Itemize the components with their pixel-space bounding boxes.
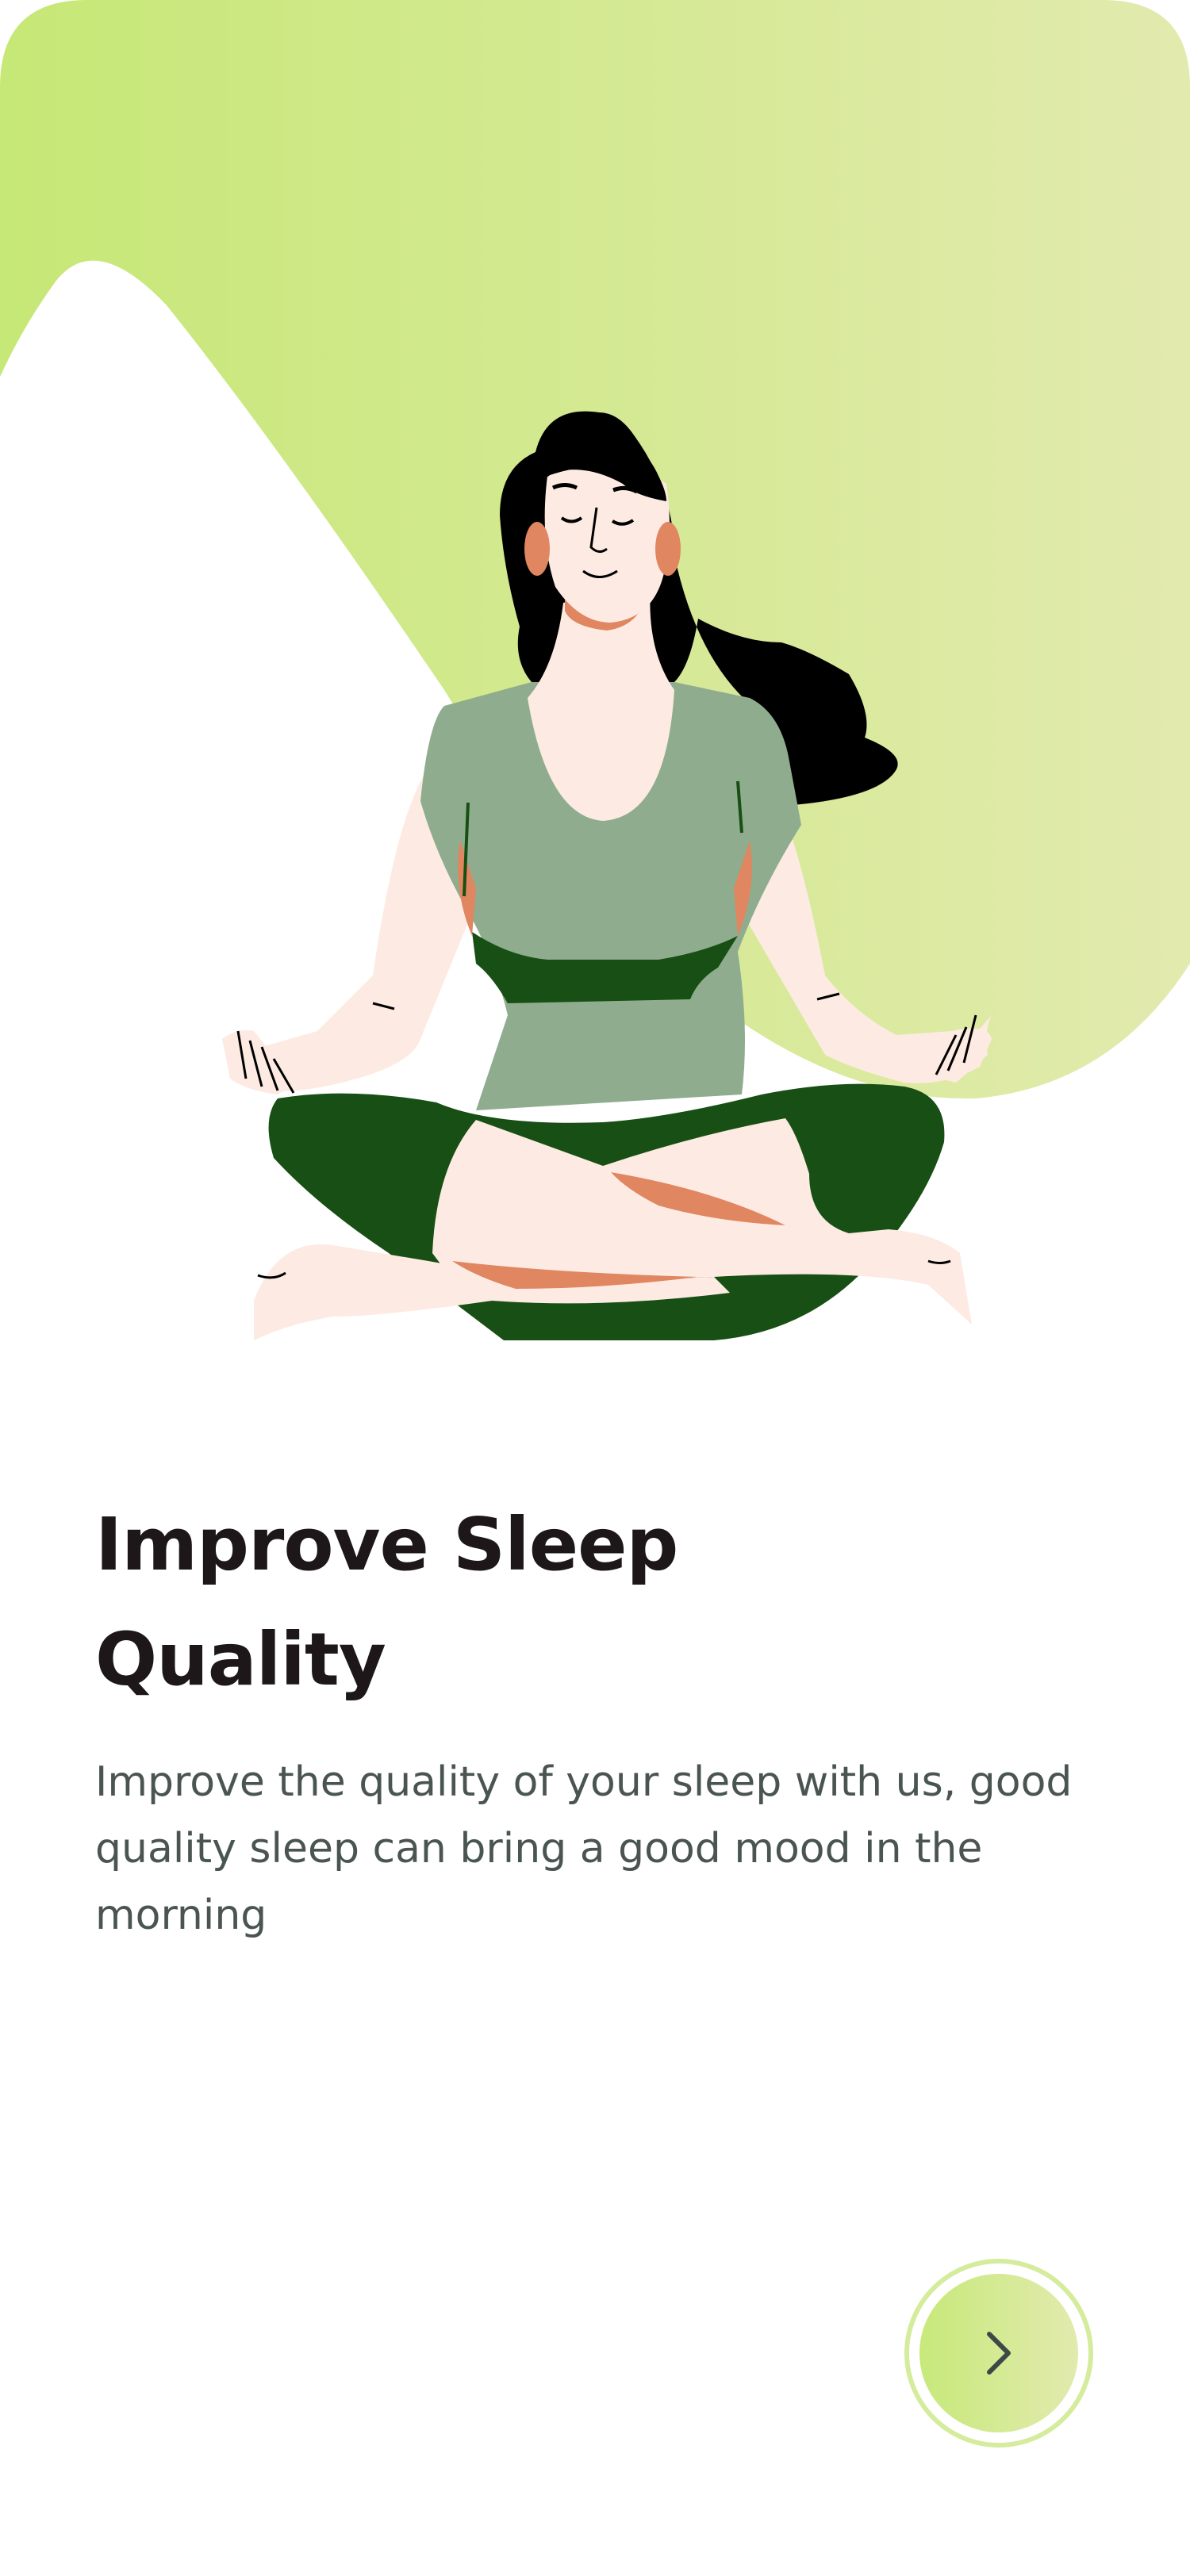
next-button[interactable] (904, 2259, 1093, 2448)
next-button-fill[interactable] (919, 2274, 1078, 2432)
chevron-right-icon (987, 2332, 1011, 2375)
page-description: Improve the quality of your sleep with u… (95, 1758, 1073, 1939)
page-title: Improve Sleep Quality (95, 1502, 678, 1702)
hero-background (0, 0, 1190, 1340)
onboarding-content: Improve Sleep Quality Improve the qualit… (95, 1487, 1095, 1949)
hero-section (0, 0, 1190, 1364)
